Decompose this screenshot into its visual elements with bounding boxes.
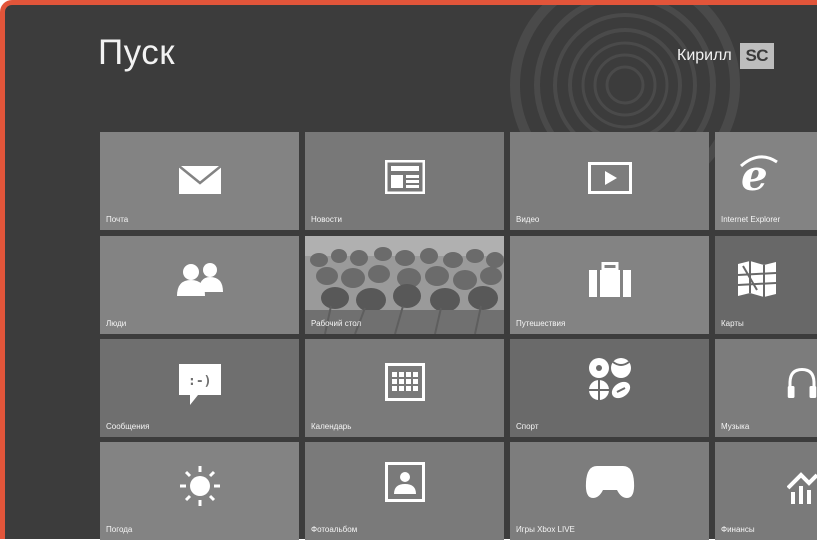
news-icon — [384, 160, 425, 194]
gamepad-icon — [585, 466, 634, 498]
tile-label: Финансы — [721, 525, 755, 534]
tile-label: Игры Xbox LIVE — [516, 525, 575, 534]
tile-calendar[interactable]: Календарь — [305, 339, 504, 437]
sun-icon — [179, 466, 220, 506]
tile-travel[interactable]: Путешествия — [510, 236, 709, 334]
headphones-icon — [787, 367, 817, 398]
tile-label: Календарь — [311, 422, 352, 431]
internet-explorer-icon: e — [740, 152, 778, 196]
tile-xbox-games[interactable]: Игры Xbox LIVE — [510, 442, 709, 540]
tile-sports[interactable]: Спорт — [510, 339, 709, 437]
tile-internet-explorer[interactable]: e Internet Explorer — [715, 132, 817, 230]
tile-news[interactable]: Новости — [305, 132, 504, 230]
user-account[interactable]: Кирилл SC — [677, 43, 774, 69]
tile-label: Рабочий стол — [311, 319, 362, 328]
tile-label: Погода — [106, 525, 133, 534]
tile-label: Сообщения — [106, 422, 150, 431]
tile-finance[interactable]: Финансы — [715, 442, 817, 540]
mail-icon — [177, 165, 222, 194]
tile-label: Путешествия — [516, 319, 566, 328]
tile-music[interactable]: Музыка — [715, 339, 817, 437]
tile-label: Музыка — [721, 422, 750, 431]
tile-mail[interactable]: Почта — [100, 132, 299, 230]
tile-video[interactable]: Видео — [510, 132, 709, 230]
tile-messaging[interactable]: :-) Сообщения — [100, 339, 299, 437]
photo-icon — [384, 462, 425, 502]
tile-label: Internet Explorer — [721, 215, 781, 224]
video-icon — [587, 162, 632, 194]
tile-weather[interactable]: Погода — [100, 442, 299, 540]
frame-accent-line — [0, 424, 5, 426]
start-title: Пуск — [98, 33, 176, 72]
tile-people[interactable]: Люди — [100, 236, 299, 334]
tile-label: Почта — [106, 215, 129, 224]
suitcase-icon — [588, 262, 631, 297]
tile-label: Фотоальбом — [311, 525, 358, 534]
tile-label: Видео — [516, 215, 540, 224]
tile-maps[interactable]: Карты — [715, 236, 817, 334]
message-icon: :-) — [178, 364, 221, 405]
tile-label: Люди — [106, 319, 127, 328]
map-icon — [737, 261, 777, 297]
sports-balls-icon — [588, 358, 631, 400]
user-name: Кирилл — [677, 47, 732, 64]
tile-label: Карты — [721, 319, 744, 328]
avatar: SC — [739, 43, 774, 69]
people-icon — [176, 263, 223, 296]
tile-desktop[interactable]: Рабочий стол — [305, 236, 504, 334]
calendar-icon — [384, 363, 425, 401]
tile-label: Новости — [311, 215, 342, 224]
tile-photos[interactable]: Фотоальбом — [305, 442, 504, 540]
finance-icon — [787, 472, 817, 504]
svg-text::-): :-) — [188, 374, 211, 389]
tile-label: Спорт — [516, 422, 539, 431]
